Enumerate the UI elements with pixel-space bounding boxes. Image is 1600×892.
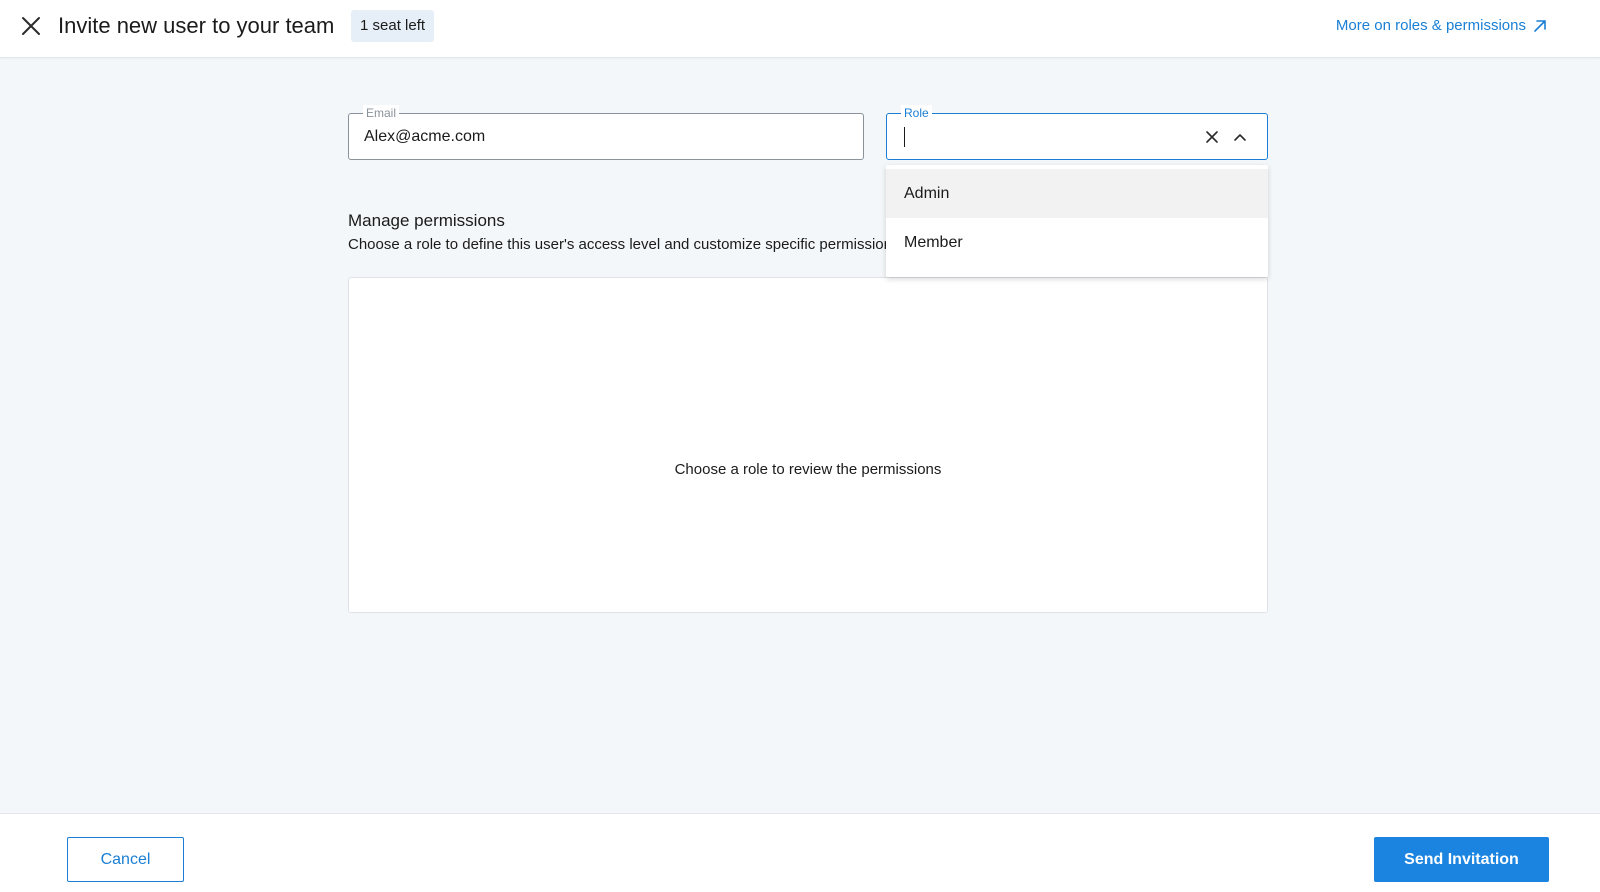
role-dropdown-menu: Admin Member [886,165,1268,277]
send-invitation-button[interactable]: Send Invitation [1374,837,1549,882]
clear-role-button[interactable] [1202,127,1222,147]
role-dropdown-toggle[interactable] [1230,127,1250,147]
role-field-label: Role [901,105,932,121]
page-title: Invite new user to your team [58,13,335,38]
role-select[interactable]: Role [886,105,1268,160]
header-bar: Invite new user to your team 1 seat left… [0,0,1600,58]
clear-icon [1206,131,1218,143]
email-field[interactable]: Email Alex@acme.com [348,105,864,160]
arrow-up-right-icon [1534,20,1546,32]
cancel-button[interactable]: Cancel [67,837,184,882]
roles-permissions-link-label: More on roles & permissions [1335,17,1526,34]
role-option-admin[interactable]: Admin [886,169,1268,218]
invite-user-page: Invite new user to your team 1 seat left… [0,0,1600,892]
chevron-up-icon [1234,134,1246,141]
permissions-description: Choose a role to define this user's acce… [348,236,888,253]
text-cursor [904,127,905,147]
permissions-heading: Manage permissions [348,211,505,230]
permissions-empty-state: Choose a role to review the permissions [674,461,942,478]
email-field-label: Email [363,105,400,121]
seat-count-badge: 1 seat left [351,10,435,42]
permissions-panel: Choose a role to review the permissions [348,277,1268,613]
close-icon [22,17,40,35]
email-input[interactable]: Alex@acme.com [364,126,485,148]
footer-bar: Cancel Send Invitation [0,813,1600,892]
role-option-member[interactable]: Member [886,218,1268,267]
close-button[interactable] [17,12,45,40]
roles-permissions-link[interactable]: More on roles & permissions [1336,14,1548,38]
